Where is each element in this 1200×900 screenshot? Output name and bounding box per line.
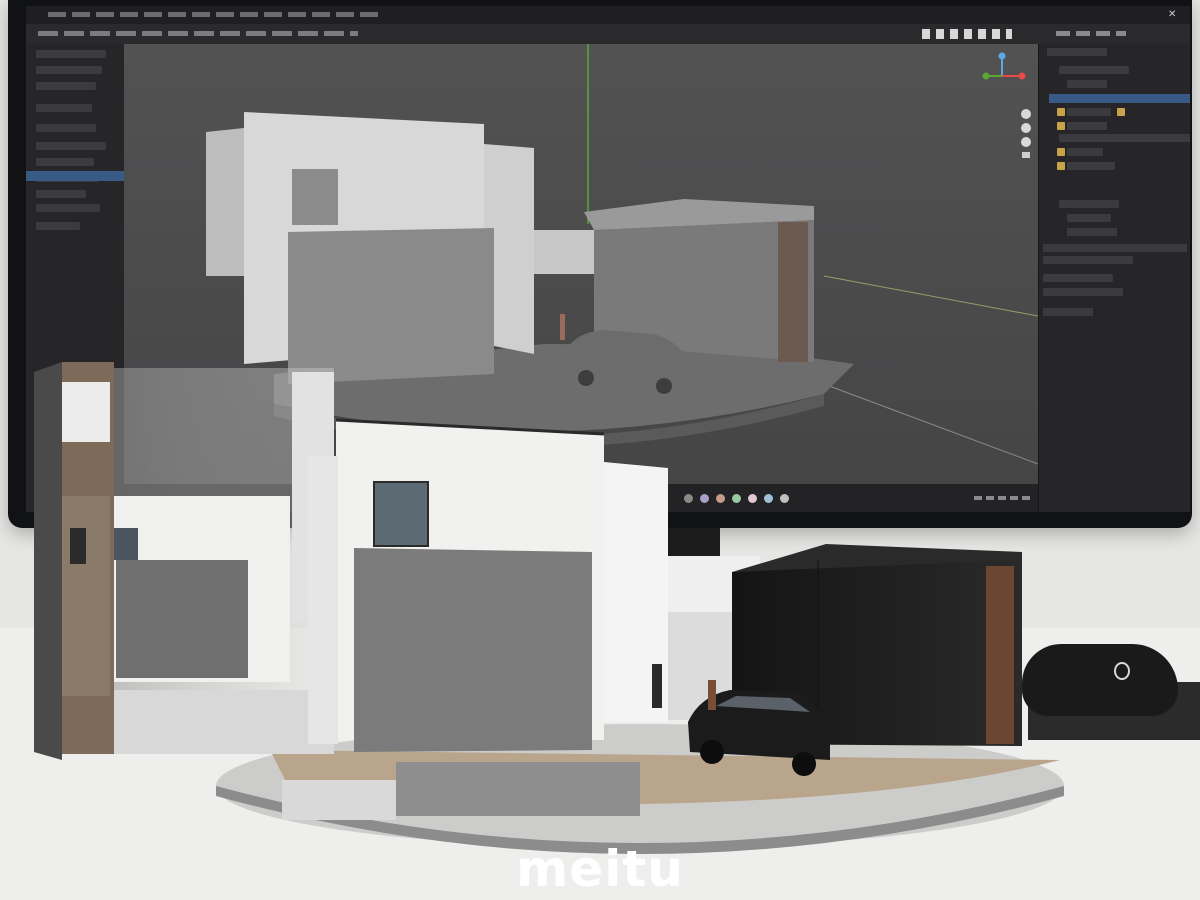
architectural-model <box>34 362 1064 854</box>
model-window <box>373 481 429 547</box>
model-small-window <box>652 664 662 708</box>
model-gray-panel <box>354 548 592 752</box>
model-side-wall <box>308 456 338 744</box>
photo-collage-panel <box>34 362 334 760</box>
model-boundary-wall <box>396 762 640 816</box>
model-figure <box>708 680 716 710</box>
watermark-logo: meitu <box>516 840 684 898</box>
scene: ✕ meitu <box>0 0 1200 900</box>
model-entry-steps <box>282 780 396 820</box>
model-garage-wood-wall <box>986 566 1014 744</box>
